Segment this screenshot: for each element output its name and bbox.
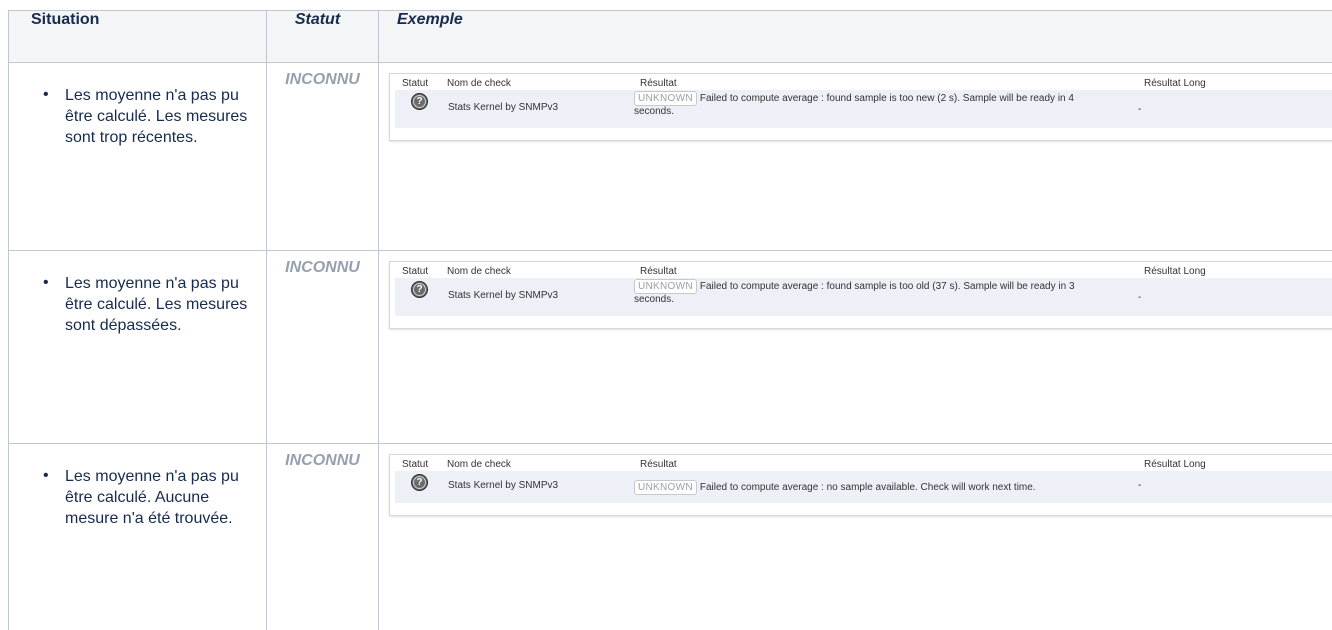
check-row: ? Stats Kernel by SNMPv3 UNKNOWNFailed t… — [395, 90, 1332, 128]
statut-cell: INCONNU — [267, 444, 379, 630]
col-long-label: Résultat Long — [1144, 266, 1206, 277]
col-statut-label: Statut — [402, 78, 428, 89]
check-row: ? Stats Kernel by SNMPv3 UNKNOWNFailed t… — [395, 278, 1332, 316]
situation-cell: • Les moyenne n'a pas pu être calculé. Le… — [9, 251, 267, 444]
situation-text: Les moyenne n'a pas pu être calculé. Auc… — [65, 468, 239, 527]
col-resultat-label: Résultat — [640, 266, 677, 277]
situation-list: • Les moyenne n'a pas pu être calculé. Au… — [9, 444, 266, 529]
result-long: - — [1138, 292, 1141, 303]
result-long: - — [1138, 104, 1141, 115]
list-item: • Les moyenne n'a pas pu être calculé. Au… — [31, 466, 256, 529]
result-text: Failed to compute average : found sample… — [634, 93, 1074, 117]
col-long-label: Résultat Long — [1144, 459, 1206, 470]
check-name: Stats Kernel by SNMPv3 — [448, 290, 558, 301]
check-result: UNKNOWNFailed to compute average : found… — [634, 91, 1114, 117]
situation-cell: • Les moyenne n'a pas pu être calculé. Au… — [9, 444, 267, 630]
statut-cell: INCONNU — [267, 251, 379, 444]
situation-text: Les moyenne n'a pas pu être calculé. Les… — [65, 275, 247, 334]
col-nom-label: Nom de check — [447, 266, 511, 277]
header-situation: Situation — [9, 11, 267, 63]
status-badge: UNKNOWN — [634, 279, 697, 294]
col-resultat-label: Résultat — [640, 459, 677, 470]
bullet-icon: • — [43, 465, 49, 486]
list-item: • Les moyenne n'a pas pu être calculé. Le… — [31, 85, 256, 148]
result-long: - — [1138, 480, 1141, 491]
result-text: Failed to compute average : no sample av… — [700, 482, 1036, 493]
check-result: UNKNOWNFailed to compute average : found… — [634, 279, 1114, 305]
status-label: INCONNU — [283, 251, 363, 277]
col-statut-label: Statut — [402, 266, 428, 277]
result-text: Failed to compute average : found sample… — [634, 281, 1075, 305]
check-name: Stats Kernel by SNMPv3 — [448, 102, 558, 113]
bullet-icon: • — [43, 272, 49, 293]
situation-table: Situation Statut Exemple • Les moyenne n'… — [8, 10, 1332, 630]
check-name: Stats Kernel by SNMPv3 — [448, 480, 558, 491]
status-badge: UNKNOWN — [634, 91, 697, 106]
check-row: ? Stats Kernel by SNMPv3 UNKNOWNFailed t… — [395, 471, 1332, 503]
situation-cell: • Les moyenne n'a pas pu être calculé. Le… — [9, 63, 267, 251]
example-cell: Statut Nom de check Résultat Résultat Lo… — [379, 63, 1332, 251]
col-nom-label: Nom de check — [447, 459, 511, 470]
table-row: • Les moyenne n'a pas pu être calculé. Le… — [9, 251, 1332, 444]
status-label: INCONNU — [283, 444, 363, 470]
example-cell: Statut Nom de check Résultat Résultat Lo… — [379, 251, 1332, 444]
col-resultat-label: Résultat — [640, 78, 677, 89]
statut-cell: INCONNU — [267, 63, 379, 251]
question-circle-icon: ? — [411, 474, 428, 491]
check-header-row: Statut Nom de check Résultat Résultat Lo… — [390, 74, 1332, 90]
col-nom-label: Nom de check — [447, 78, 511, 89]
situation-list: • Les moyenne n'a pas pu être calculé. Le… — [9, 63, 266, 148]
status-badge: UNKNOWN — [634, 480, 697, 495]
question-circle-icon: ? — [411, 281, 428, 298]
header-statut: Statut — [267, 11, 379, 63]
list-item: • Les moyenne n'a pas pu être calculé. Le… — [31, 273, 256, 336]
col-long-label: Résultat Long — [1144, 78, 1206, 89]
check-panel: Statut Nom de check Résultat Résultat Lo… — [389, 454, 1332, 516]
table-row: • Les moyenne n'a pas pu être calculé. Le… — [9, 63, 1332, 251]
bullet-icon: • — [43, 84, 49, 105]
situation-text: Les moyenne n'a pas pu être calculé. Les… — [65, 87, 247, 146]
example-cell: Statut Nom de check Résultat Résultat Lo… — [379, 444, 1332, 630]
col-statut-label: Statut — [402, 459, 428, 470]
check-header-row: Statut Nom de check Résultat Résultat Lo… — [390, 262, 1332, 278]
table-row: • Les moyenne n'a pas pu être calculé. Au… — [9, 444, 1332, 630]
header-exemple: Exemple — [379, 11, 1332, 63]
check-panel: Statut Nom de check Résultat Résultat Lo… — [389, 261, 1332, 329]
check-result: UNKNOWNFailed to compute average : no sa… — [634, 480, 1114, 495]
check-header-row: Statut Nom de check Résultat Résultat Lo… — [390, 455, 1332, 471]
check-panel: Statut Nom de check Résultat Résultat Lo… — [389, 73, 1332, 141]
table-header-row: Situation Statut Exemple — [9, 11, 1332, 63]
status-label: INCONNU — [283, 63, 363, 89]
question-circle-icon: ? — [411, 93, 428, 110]
situation-list: • Les moyenne n'a pas pu être calculé. Le… — [9, 251, 266, 336]
